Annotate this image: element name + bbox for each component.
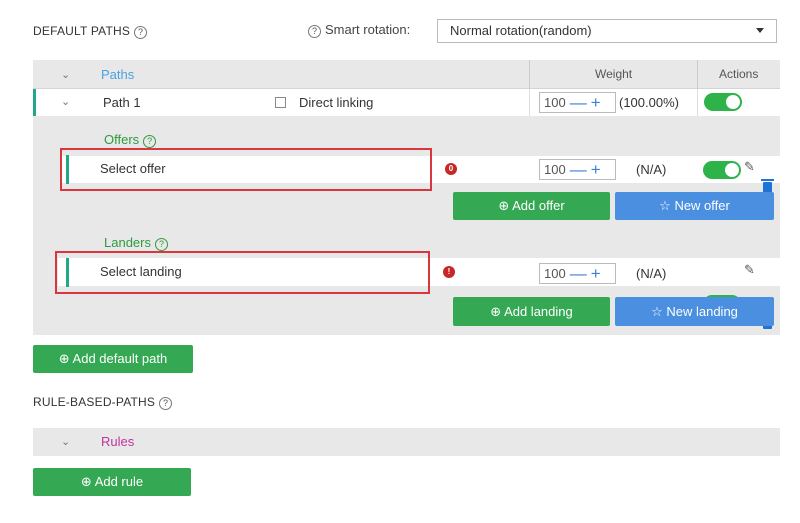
weight-header: Weight bbox=[595, 67, 633, 81]
add-rule-button[interactable]: ⊕ Add rule bbox=[33, 468, 191, 496]
plus-circle-icon: ⊕ bbox=[490, 304, 502, 319]
minus-icon[interactable]: — bbox=[570, 161, 587, 178]
offer-toggle[interactable] bbox=[703, 161, 741, 179]
path-weight-percent: (100.00%) bbox=[619, 95, 679, 110]
smart-rotation-select[interactable]: Normal rotation(random) bbox=[437, 19, 777, 43]
default-paths-title: DEFAULT PATHS? bbox=[33, 24, 148, 39]
smart-rotation-label: ? Smart rotation: bbox=[308, 22, 410, 38]
landers-label: Landers? bbox=[104, 235, 168, 251]
select-landing[interactable]: Select landing bbox=[100, 264, 182, 279]
path-toggle[interactable] bbox=[704, 93, 742, 111]
question-circle-icon[interactable]: ? bbox=[308, 25, 321, 38]
minus-icon[interactable]: — bbox=[570, 94, 587, 111]
path-weight-stepper[interactable]: 100 — + bbox=[539, 92, 616, 113]
chevron-down-icon bbox=[756, 28, 764, 33]
offer-weight-stepper[interactable]: 100 — + bbox=[539, 159, 616, 180]
question-circle-icon[interactable]: ? bbox=[143, 135, 157, 148]
plus-icon[interactable]: + bbox=[591, 94, 601, 111]
landing-weight-stepper[interactable]: 100 — + bbox=[539, 263, 616, 284]
new-offer-button[interactable]: ☆ New offer bbox=[615, 192, 774, 220]
chevron-down-icon[interactable]: ⌄ bbox=[61, 435, 70, 448]
pencil-icon[interactable]: ✎ bbox=[744, 262, 755, 278]
star-icon: ☆ bbox=[651, 304, 663, 319]
new-landing-button[interactable]: ☆ New landing bbox=[615, 297, 774, 326]
rules-header-row: ⌄ Rules bbox=[33, 428, 780, 456]
pencil-icon[interactable]: ✎ bbox=[744, 159, 755, 175]
question-circle-icon[interactable]: ? bbox=[134, 26, 148, 39]
actions-header: Actions bbox=[719, 67, 759, 81]
plus-circle-icon: ⊕ bbox=[80, 474, 92, 489]
rule-based-paths-title: RULE-BASED-PATHS? bbox=[33, 395, 173, 410]
chevron-down-icon[interactable]: ⌄ bbox=[61, 68, 70, 81]
paths-header-label: Paths bbox=[101, 67, 135, 82]
chevron-down-icon[interactable]: ⌄ bbox=[61, 95, 70, 108]
direct-linking-label: Direct linking bbox=[299, 95, 374, 110]
plus-circle-icon: ⊕ bbox=[498, 198, 510, 213]
rules-label: Rules bbox=[101, 434, 135, 449]
path-row[interactable]: ⌄ Path 1 Direct linking 100 — + (100.00%… bbox=[33, 89, 780, 116]
star-icon: ☆ bbox=[659, 198, 671, 213]
add-default-path-button[interactable]: ⊕ Add default path bbox=[33, 345, 193, 373]
offer-weight-percent: (N/A) bbox=[636, 162, 667, 177]
path-name: Path 1 bbox=[103, 95, 141, 110]
plus-circle-icon: ⊕ bbox=[58, 351, 70, 366]
plus-icon[interactable]: + bbox=[591, 161, 601, 178]
paths-header-row: ⌄ Paths Weight Actions bbox=[33, 60, 780, 89]
plus-icon[interactable]: + bbox=[591, 265, 601, 282]
direct-linking-checkbox[interactable] bbox=[275, 97, 286, 108]
select-offer[interactable]: Select offer bbox=[100, 161, 166, 176]
question-circle-icon[interactable]: ? bbox=[154, 238, 168, 251]
minus-icon[interactable]: — bbox=[570, 265, 587, 282]
error-icon: ! bbox=[443, 266, 455, 278]
offers-label: Offers? bbox=[104, 132, 157, 148]
landing-weight-percent: (N/A) bbox=[636, 266, 667, 281]
add-offer-button[interactable]: ⊕ Add offer bbox=[453, 192, 610, 220]
question-circle-icon[interactable]: ? bbox=[159, 397, 173, 410]
add-landing-button[interactable]: ⊕ Add landing bbox=[453, 297, 610, 326]
error-icon: 0 bbox=[445, 163, 457, 175]
